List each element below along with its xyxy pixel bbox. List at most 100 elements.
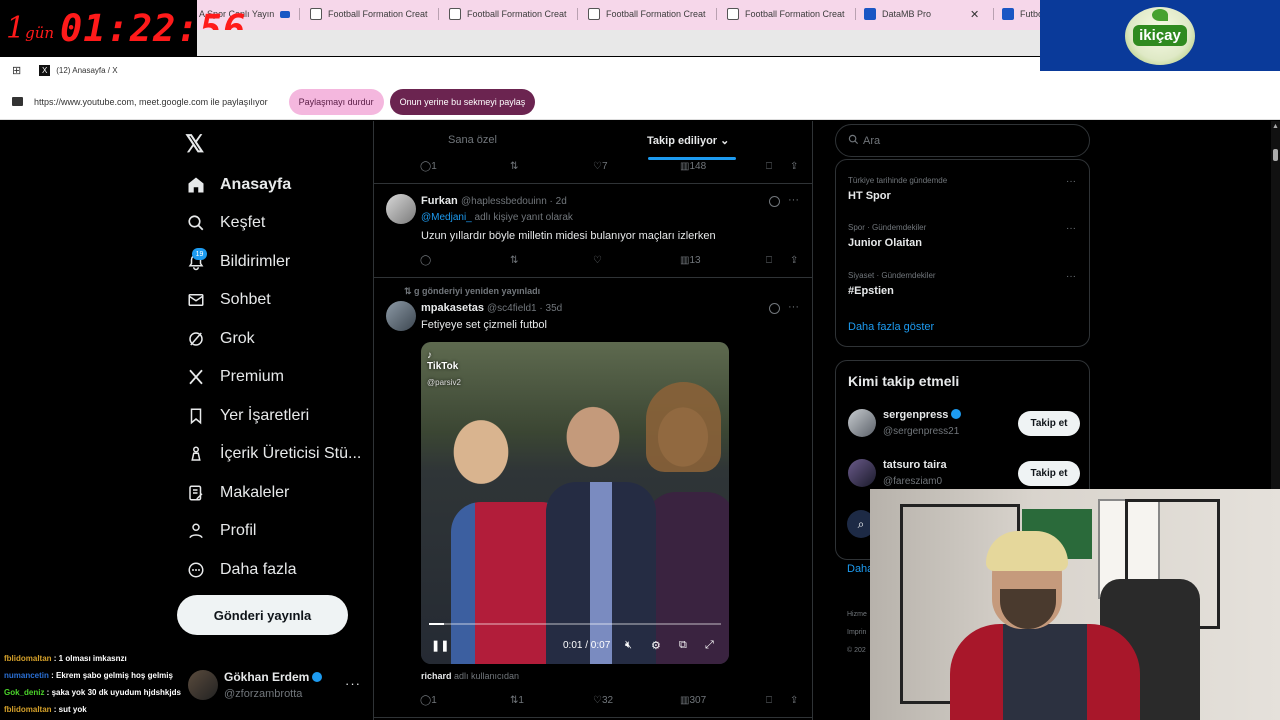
grok-icon[interactable] [769,303,780,314]
bookmark-icon[interactable]: ⎕ [766,255,772,266]
browser-tab[interactable]: Football Formation Creat ✕ [310,0,435,28]
reply-icon[interactable]: ◯ 1 [420,161,437,172]
post-author[interactable]: mpakasetas [421,302,484,314]
nav-item-articles[interactable]: Makaleler [186,478,289,508]
page-icon [864,8,876,20]
mention-link[interactable]: @Medjani_ [421,212,472,223]
views-icon[interactable]: ▥ 13 [680,255,701,266]
settings-gear-icon[interactable]: ⚙ [651,639,661,652]
share-icon[interactable]: ⇪ [790,161,798,172]
browser-tab[interactable]: Futbol [1002,0,1042,28]
x-icon [186,367,206,387]
reply-icon[interactable]: ◯ [420,255,431,266]
views-icon[interactable]: ▥ 148 [680,161,706,172]
avatar[interactable] [848,409,876,437]
nav-item-creator-studio[interactable]: İçerik Üreticisi Stü... [186,439,361,469]
page-icon [727,8,739,20]
post-handle[interactable]: @sc4field1 · 35d [487,303,562,314]
x-logo[interactable]: 𝕏 [185,130,204,159]
close-icon[interactable]: ✕ [970,8,979,21]
source-user[interactable]: richard [421,671,452,681]
follow-suggestion-name[interactable]: sergenpress [883,409,962,421]
picture-in-picture-icon[interactable]: ⧉ [679,639,687,652]
search-input[interactable] [863,134,1063,147]
apps-grid-icon[interactable]: ⊞ [12,64,21,77]
reply-icon[interactable]: ◯ 1 [420,695,437,706]
video-player[interactable]: ♪ TikTok @parsiv2 ❚❚ 0:01 / 0:07 🔇︎ ⚙ ⧉ ⤢ [421,342,729,664]
fullscreen-icon[interactable]: ⤢ [705,639,714,652]
more-icon[interactable]: ··· [788,194,799,206]
more-icon[interactable]: ··· [345,676,361,691]
more-icon[interactable]: ··· [1066,271,1076,282]
share-this-tab-button[interactable]: Onun yerine bu sekmeyi paylaş [389,88,536,115]
follow-button[interactable]: Takip et [1018,461,1080,486]
scroll-up-icon[interactable]: ▲ [1272,123,1279,130]
post-button[interactable]: Gönderi yayınla [177,595,348,635]
address-bar[interactable] [197,30,1040,56]
show-more-link[interactable]: Daha fazla göster [848,321,934,333]
tab-title: Football Formation Creat [745,9,845,19]
more-icon[interactable]: ··· [1066,176,1076,187]
sponsor-name: ikiçay [1133,25,1187,46]
nav-label: Grok [220,330,255,347]
pause-icon[interactable]: ❚❚ [431,639,449,652]
video-progress-fill [429,623,444,625]
nav-item-chat[interactable]: Sohbet [186,285,271,315]
video-progress-bar[interactable] [429,623,721,625]
sponsor-badge: ikiçay [1125,6,1195,65]
retweet-icon[interactable]: ⇅ [510,161,518,172]
avatar[interactable] [848,459,876,487]
nav-label: Premium [220,368,285,385]
nav-item-home[interactable]: Anasayfa [186,170,291,200]
footer-link[interactable]: Imprin [847,624,867,642]
post-handle[interactable]: @haplessbedouinn · 2d [461,196,567,207]
more-icon[interactable]: ··· [1066,223,1076,234]
person-icon [186,521,206,541]
tab-separator [855,8,856,20]
trend-title[interactable]: #Epstien [848,285,894,297]
more-icon[interactable]: ··· [788,301,799,313]
browser-tab[interactable]: Football Formation Creat ✕ [449,0,574,28]
trend-title[interactable]: Junior Olaitan [848,237,922,249]
search-icon [848,132,859,150]
follow-suggestion-name[interactable]: tatsuro taira [883,459,947,471]
tab-following[interactable]: Takip ediliyor ⌄ [647,134,729,147]
verified-icon [312,672,323,682]
follow-suggestion-handle[interactable]: @faresziam0 [883,476,942,487]
browser-tab[interactable]: DataMB Pro ✕ [864,0,988,28]
like-icon[interactable]: ♡ 32 [593,695,613,706]
tab-separator [438,8,439,20]
like-icon[interactable]: ♡ [593,255,602,266]
retweet-icon[interactable]: ⇅ 1 [510,695,524,706]
trends-panel: Türkiye tarihinde gündemde HT Spor ··· S… [835,159,1090,347]
follow-button[interactable]: Takip et [1018,411,1080,436]
post-author[interactable]: Furkan [421,195,458,207]
avatar[interactable] [386,194,416,224]
search-box[interactable] [835,124,1090,157]
nav-item-grok[interactable]: Grok [186,324,255,354]
nav-item-bookmarks[interactable]: Yer İşaretleri [186,401,309,431]
stop-sharing-button[interactable]: Paylaşmayı durdur [288,88,384,115]
browser-tab[interactable]: Football Formation Creat ✕ [588,0,713,28]
nav-item-profile[interactable]: Profil [186,516,256,546]
tab-for-you[interactable]: Sana özel [448,134,497,146]
views-icon[interactable]: ▥ 307 [680,695,706,706]
trend-title[interactable]: HT Spor [848,190,891,202]
footer-link[interactable]: Hizme [847,606,867,624]
nav-item-more[interactable]: Daha fazla [186,555,297,585]
nav-item-explore[interactable]: Keşfet [186,208,265,238]
share-icon[interactable]: ⇪ [790,695,798,706]
bookmark-icon[interactable]: ⎕ [766,161,772,172]
grok-icon[interactable] [769,196,780,207]
scrollbar-thumb[interactable] [1273,149,1278,161]
follow-suggestion-handle[interactable]: @sergenpress21 [883,426,959,437]
avatar[interactable] [386,301,416,331]
mute-icon[interactable]: 🔇︎ [625,639,632,652]
browser-tab[interactable]: Football Formation Creat ✕ [727,0,852,28]
account-switcher[interactable]: Gökhan Erdem @zforzambrotta ··· [188,668,368,708]
share-icon[interactable]: ⇪ [790,255,798,266]
retweet-icon[interactable]: ⇅ [510,255,518,266]
bookmark-icon[interactable]: ⎕ [766,695,772,706]
like-icon[interactable]: ♡ 7 [593,161,608,172]
nav-item-premium[interactable]: Premium [186,362,284,392]
